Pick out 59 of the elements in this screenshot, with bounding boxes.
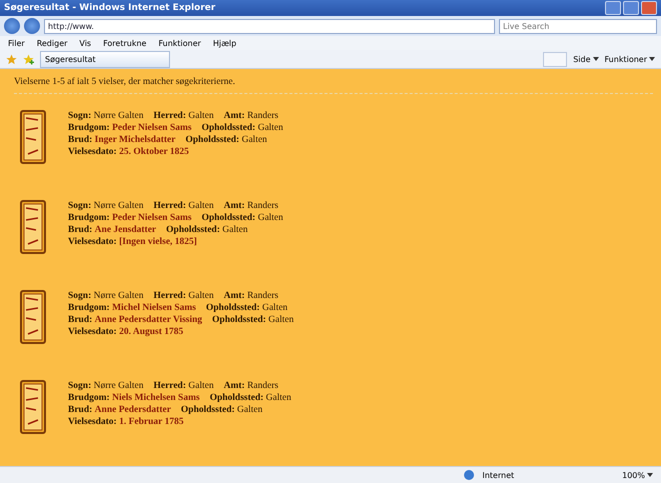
record-field: Sogn: Nørre Galten [68,110,144,122]
record-field: Opholdssted: Galten [202,122,284,134]
record-field: Opholdssted: Galten [166,224,248,236]
record-field: Opholdssted: Galten [206,302,288,314]
menu-item[interactable]: Rediger [36,38,68,48]
search-field[interactable]: Live Search [499,18,657,34]
menu-item[interactable]: Funktioner [158,38,201,48]
record-field: Herred: Galten [153,200,214,212]
record-field: Sogn: Nørre Galten [68,290,144,302]
record-field: Amt: Randers [224,290,278,302]
star-plus-icon[interactable] [23,54,34,64]
book-icon [20,290,46,344]
back-button[interactable] [4,18,20,34]
record-field: Brudgom: Michel Nielsen Sams [68,302,196,314]
record-field: Vielsesdato: 1. Februar 1785 [68,416,184,428]
menu-item[interactable]: Vis [79,38,92,48]
record-field: Vielsesdato: 25. Oktober 1825 [68,146,189,158]
forward-button[interactable] [24,18,40,34]
record-field: Brudgom: Niels Michelsen Sams [68,392,200,404]
menu-item[interactable]: Foretrukne [103,38,146,48]
new-tab-button[interactable] [543,52,568,66]
result-summary: Vielserne 1-5 af ialt 5 vielser, der matcher søgekriterierne. [14,77,653,94]
star-icon[interactable] [6,54,17,64]
book-icon [20,200,46,254]
record-field: Sogn: Nørre Galten [68,380,144,392]
record-field: Opholdssted: Galten [212,314,294,326]
window-title: Søgeresultat - Windows Internet Explorer [4,3,216,13]
book-icon [20,380,46,434]
browser-tab[interactable]: Søgeresultat [40,50,170,68]
record-field: Opholdssted: Galten [202,212,284,224]
menu-item[interactable]: Hjælp [212,38,236,48]
record-field: Sogn: Nørre Galten [68,200,144,212]
record-field: Opholdssted: Galten [210,392,292,404]
record-field: Herred: Galten [153,380,214,392]
record-field: Brud: Anne Pedersdatter [68,404,171,416]
record-field: Opholdssted: Galten [180,404,262,416]
minimize-button[interactable] [605,1,621,15]
maximize-button[interactable] [623,1,639,15]
zoom-control[interactable]: 100% [622,470,653,480]
record-field: Brud: Anne Pedersdatter Vissing [68,314,202,326]
record-field: Amt: Randers [224,110,278,122]
toolbar-button[interactable]: Side [573,54,599,64]
record-field: Opholdssted: Galten [186,134,268,146]
record-field: Brudgom: Peder Nielsen Sams [68,122,192,134]
record-field: Brud: Inger Michelsdatter [68,134,176,146]
close-button[interactable] [641,1,657,15]
menu-item[interactable]: Filer [8,38,25,48]
record-field: Herred: Galten [153,290,214,302]
record-field: Vielsesdato: [Ingen vielse, 1825] [68,236,197,248]
book-icon [20,110,46,164]
record-field: Vielsesdato: 20. August 1785 [68,326,184,338]
toolbar-button[interactable]: Funktioner [604,54,655,64]
record-field: Amt: Randers [224,200,278,212]
record-field: Amt: Randers [224,380,278,392]
zone-text: Internet [482,470,514,480]
record-field: Herred: Galten [153,110,214,122]
address-field[interactable]: http://www. [44,18,495,34]
record-field: Brudgom: Peder Nielsen Sams [68,212,192,224]
record-field: Brud: Ane Jensdatter [68,224,156,236]
